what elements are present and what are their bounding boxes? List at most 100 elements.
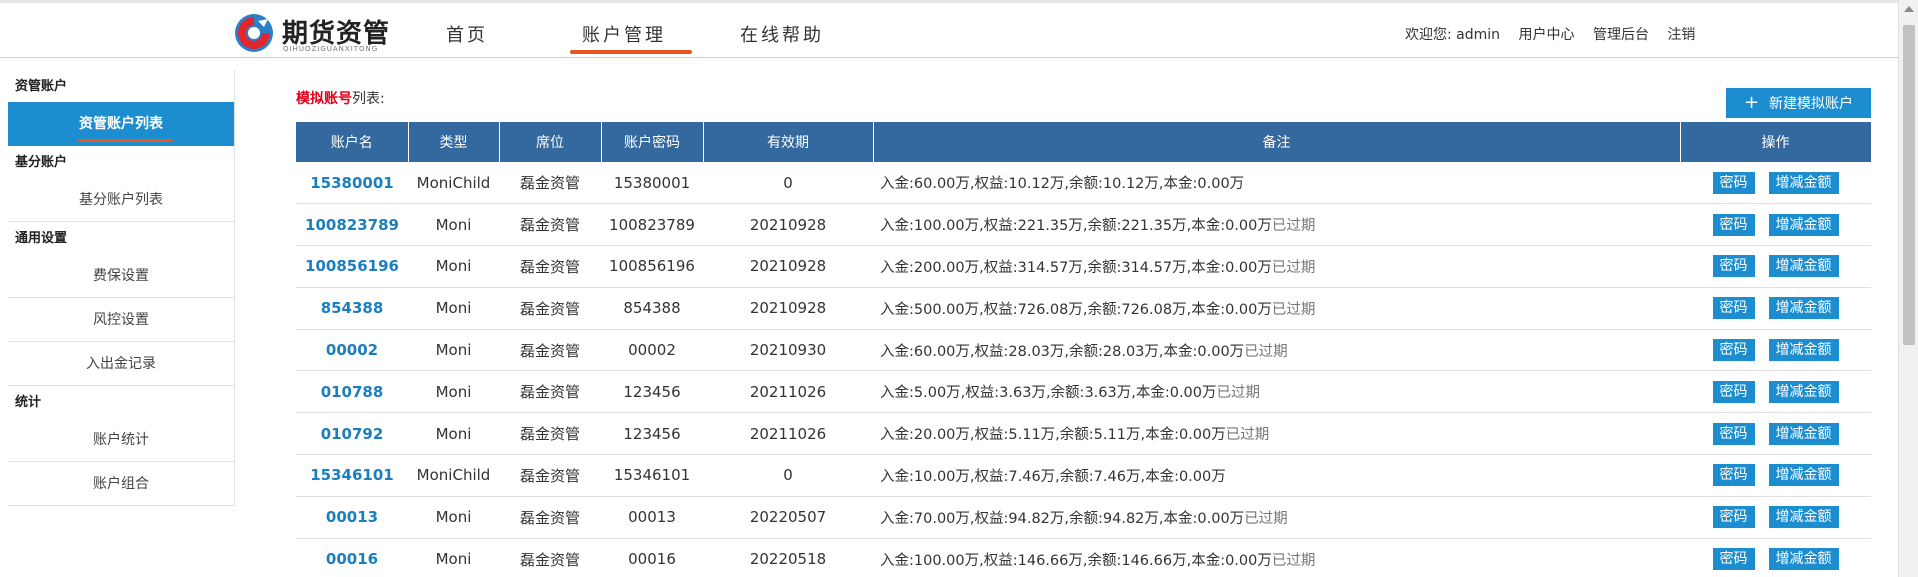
account-name-link[interactable]: 00002 — [296, 329, 408, 372]
nav-online-help[interactable]: 在线帮助 — [740, 21, 824, 47]
adjust-amount-button[interactable]: 增减金额 — [1768, 422, 1839, 445]
account-seat: 磊金资管 — [499, 496, 601, 539]
list-title-highlight: 模拟账号 — [296, 91, 352, 107]
password-button[interactable]: 密码 — [1712, 422, 1755, 445]
column-header-note[interactable]: 备注 — [873, 122, 1681, 162]
sidebar-item-asset-account-list[interactable]: 资管账户列表 — [8, 102, 234, 146]
adjust-amount-button[interactable]: 增减金额 — [1768, 297, 1839, 320]
sidebar-group-statistics: 统计 — [15, 395, 42, 410]
row-actions: 密码 增减金额 — [1680, 538, 1871, 577]
sidebar-item-account-group[interactable]: 账户组合 — [8, 462, 234, 506]
account-expiry: 20220507 — [703, 496, 873, 539]
row-actions: 密码 增减金额 — [1680, 329, 1871, 372]
sidebar-item-account-stats[interactable]: 账户统计 — [8, 418, 234, 462]
adjust-amount-button[interactable]: 增减金额 — [1768, 380, 1839, 403]
password-button[interactable]: 密码 — [1712, 297, 1755, 320]
scroll-up-icon[interactable] — [1904, 6, 1914, 12]
password-button[interactable]: 密码 — [1712, 464, 1755, 487]
account-password: 15380001 — [601, 162, 703, 205]
sidebar-group-asset-accounts: 资管账户 — [15, 79, 68, 94]
column-header-type[interactable]: 类型 — [408, 122, 500, 162]
row-actions: 密码 增减金额 — [1680, 496, 1871, 539]
account-name-link[interactable]: 100856196 — [296, 245, 408, 288]
adjust-amount-button[interactable]: 增减金额 — [1768, 548, 1839, 571]
password-button[interactable]: 密码 — [1712, 339, 1755, 362]
password-button[interactable]: 密码 — [1712, 548, 1755, 571]
user-center-link[interactable]: 用户中心 — [1519, 27, 1575, 43]
account-seat: 磊金资管 — [499, 538, 601, 577]
adjust-amount-button[interactable]: 增减金额 — [1768, 506, 1839, 529]
table-row: 010788 Moni 磊金资管 123456 20211026 入金:5.00万,权益:… — [296, 370, 1871, 414]
table-row: 854388 Moni 磊金资管 854388 20210928 入金:500.00万,权… — [296, 287, 1871, 330]
account-password: 100823789 — [601, 203, 703, 247]
nav-account-management[interactable]: 账户管理 — [582, 21, 666, 47]
note-text: 入金:10.00万,权益:7.46万,余额:7.46万,本金:0.00万 — [880, 468, 1226, 485]
sidebar-item-fee-settings[interactable]: 费保设置 — [8, 254, 234, 298]
account-expiry: 20211026 — [703, 412, 873, 456]
account-name-link[interactable]: 00013 — [296, 496, 408, 539]
column-header-expiry[interactable]: 有效期 — [703, 122, 874, 162]
account-expiry: 20210928 — [703, 245, 873, 288]
table-row: 15380001 MoniChild 磊金资管 15380001 0 入金:60.00万,… — [296, 162, 1871, 205]
logout-link[interactable]: 注销 — [1667, 27, 1695, 43]
account-type: Moni — [408, 329, 499, 372]
left-sidebar: 资管账户 资管账户列表 基分账户 基分账户列表 通用设置 费保设置 风控设置 入… — [8, 70, 235, 506]
sidebar-item-sub-account-list[interactable]: 基分账户列表 — [8, 178, 234, 222]
account-password: 123456 — [601, 370, 703, 414]
logo-subtitle: QIHUOZIGUANXITONG — [283, 45, 379, 53]
site-logo[interactable]: 期货资管 QIHUOZIGUANXITONG — [232, 11, 392, 55]
account-password: 15346101 — [601, 454, 703, 497]
account-name-link[interactable]: 010792 — [296, 412, 408, 456]
password-button[interactable]: 密码 — [1712, 213, 1755, 236]
account-expiry: 20220518 — [703, 538, 873, 577]
account-type: Moni — [408, 203, 499, 247]
account-name-link[interactable]: 15380001 — [296, 162, 408, 205]
account-note: 入金:500.00万,权益:726.08万,余额:726.08万,本金:0.00… — [873, 287, 1680, 330]
adjust-amount-button[interactable]: 增减金额 — [1768, 171, 1839, 194]
account-name-link[interactable]: 100823789 — [296, 203, 408, 247]
row-actions: 密码 增减金额 — [1680, 454, 1871, 497]
table-row: 100856196 Moni 磊金资管 100856196 20210928 入金:200… — [296, 245, 1871, 288]
account-seat: 磊金资管 — [499, 245, 601, 288]
password-button[interactable]: 密码 — [1712, 380, 1755, 403]
account-note: 入金:100.00万,权益:221.35万,余额:221.35万,本金:0.00… — [873, 203, 1680, 247]
scroll-thumb[interactable] — [1903, 25, 1915, 345]
table-row: 100823789 Moni 磊金资管 100823789 20210928 入金:100… — [296, 203, 1871, 247]
adjust-amount-button[interactable]: 增减金额 — [1768, 339, 1839, 362]
account-password: 00016 — [601, 538, 703, 577]
account-name-link[interactable]: 854388 — [296, 287, 408, 330]
sidebar-item-label: 风控设置 — [93, 312, 149, 328]
account-name-link[interactable]: 15346101 — [296, 454, 408, 497]
password-button[interactable]: 密码 — [1712, 171, 1755, 194]
account-password: 00013 — [601, 496, 703, 539]
password-button[interactable]: 密码 — [1712, 255, 1755, 278]
sidebar-item-risk-settings[interactable]: 风控设置 — [8, 298, 234, 342]
expired-label: 已过期 — [1271, 301, 1316, 318]
adjust-amount-button[interactable]: 增减金额 — [1768, 464, 1839, 487]
account-seat: 磊金资管 — [499, 370, 601, 414]
account-seat: 磊金资管 — [499, 412, 601, 456]
new-sim-account-button[interactable]: + 新建模拟账户 — [1726, 88, 1871, 118]
account-type: Moni — [408, 538, 499, 577]
note-text: 入金:100.00万,权益:146.66万,余额:146.66万,本金:0.00… — [880, 552, 1272, 569]
admin-panel-link[interactable]: 管理后台 — [1593, 27, 1649, 43]
nav-home[interactable]: 首页 — [446, 21, 488, 47]
sidebar-group-sub-accounts: 基分账户 — [15, 155, 68, 170]
account-expiry: 20210930 — [703, 329, 873, 372]
account-name-link[interactable]: 010788 — [296, 370, 408, 414]
sidebar-item-label: 资管账户列表 — [79, 116, 163, 132]
column-header-account[interactable]: 账户名 — [296, 122, 409, 162]
sidebar-item-deposit-records[interactable]: 入出金记录 — [8, 342, 234, 386]
password-button[interactable]: 密码 — [1712, 506, 1755, 529]
column-header-seat[interactable]: 席位 — [499, 122, 602, 162]
account-note: 入金:60.00万,权益:10.12万,余额:10.12万,本金:0.00万 — [873, 162, 1680, 205]
account-name-link[interactable]: 00016 — [296, 538, 408, 577]
sidebar-item-label: 账户统计 — [93, 432, 149, 448]
adjust-amount-button[interactable]: 增减金额 — [1768, 255, 1839, 278]
column-header-password[interactable]: 账户密码 — [601, 122, 704, 162]
list-title-suffix: 列表: — [352, 91, 385, 107]
adjust-amount-button[interactable]: 增减金额 — [1768, 213, 1839, 236]
page-scrollbar[interactable] — [1898, 0, 1918, 577]
note-text: 入金:20.00万,权益:5.11万,余额:5.11万,本金:0.00万 — [880, 427, 1226, 444]
account-seat: 磊金资管 — [499, 287, 601, 330]
